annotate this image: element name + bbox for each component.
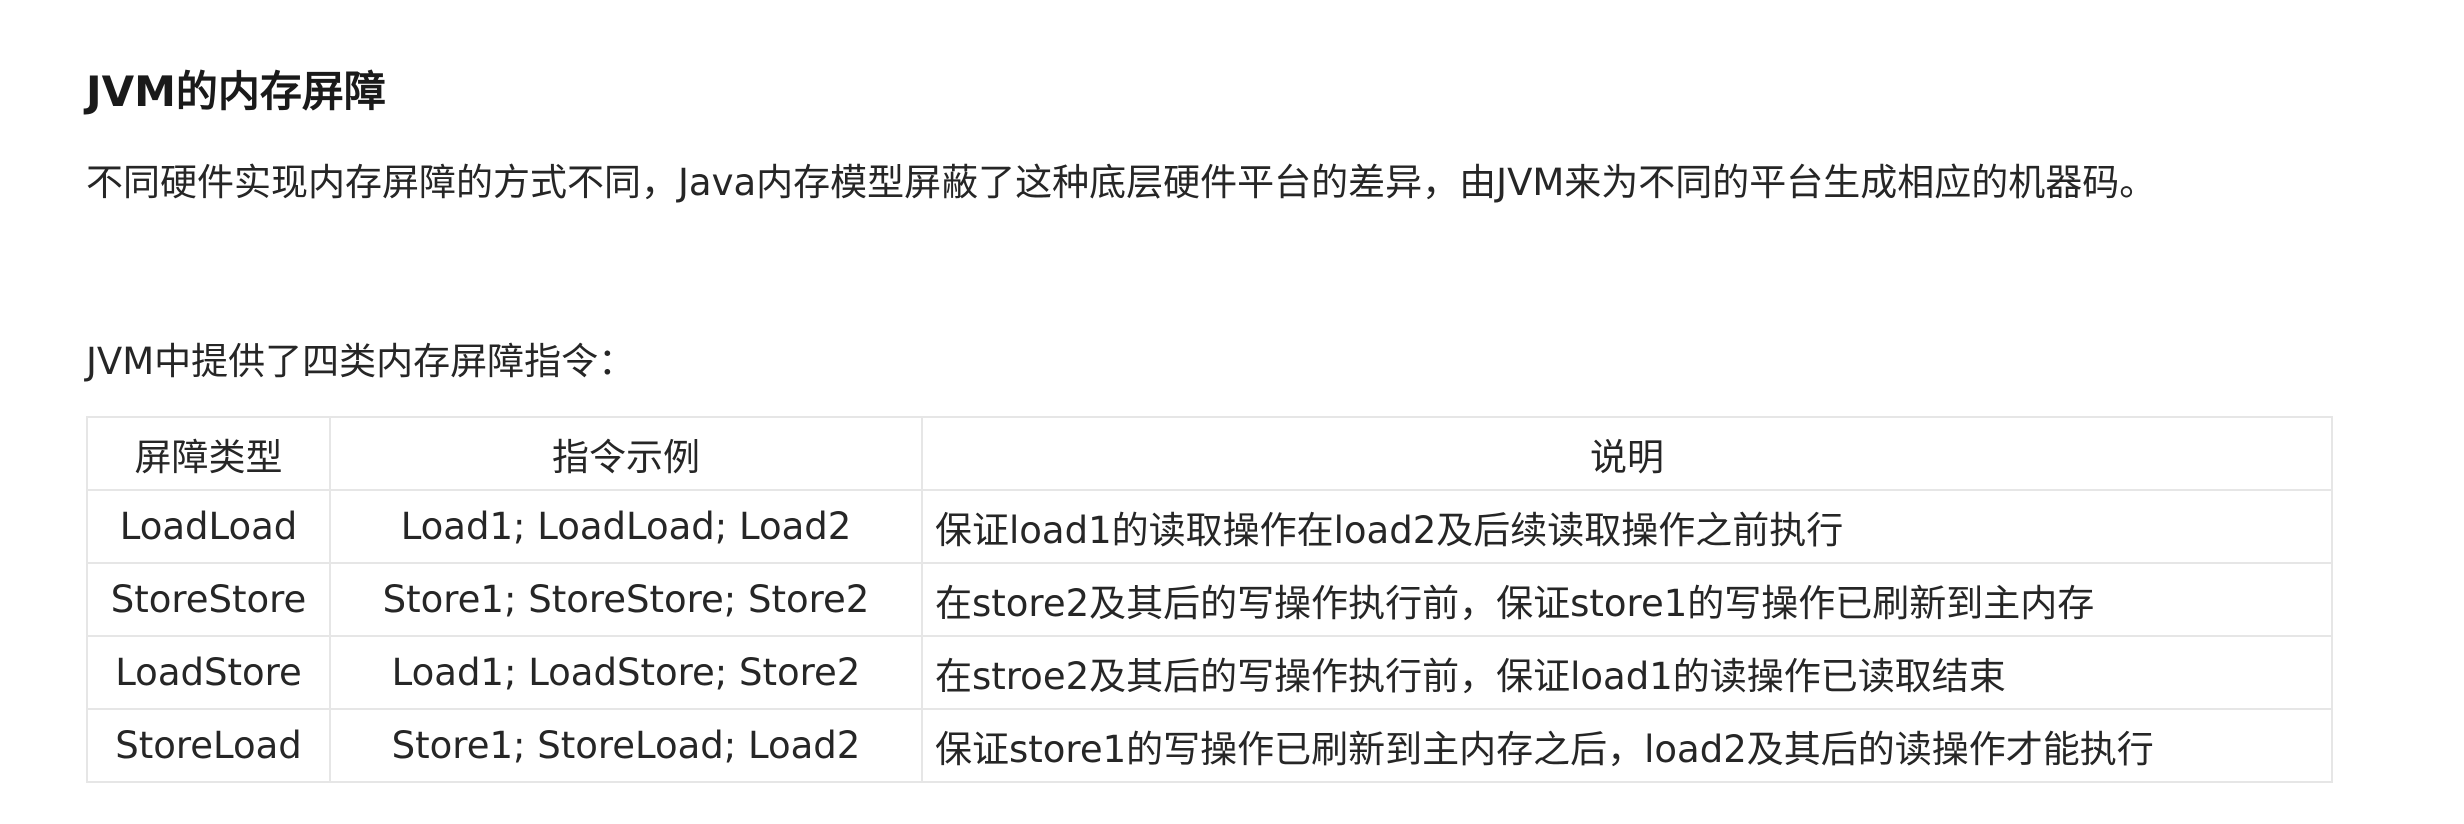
cell-barrier-type: LoadStore xyxy=(86,635,331,710)
cell-instruction-example: Load1; LoadStore; Store2 xyxy=(329,635,923,710)
header-instruction-example: 指令示例 xyxy=(329,416,923,491)
cell-instruction-example: Store1; StoreLoad; Load2 xyxy=(329,708,923,783)
cell-barrier-type: StoreLoad xyxy=(86,708,331,783)
cell-instruction-example: Load1; LoadLoad; Load2 xyxy=(329,489,923,564)
cell-barrier-type: LoadLoad xyxy=(86,489,331,564)
header-description: 说明 xyxy=(921,416,2333,491)
table-row: LoadStore Load1; LoadStore; Store2 在stro… xyxy=(86,635,2333,710)
cell-description: 保证load1的读取操作在load2及后续读取操作之前执行 xyxy=(921,489,2333,564)
cell-description: 在stroe2及其后的写操作执行前，保证load1的读操作已读取结束 xyxy=(921,635,2333,710)
table-row: LoadLoad Load1; LoadLoad; Load2 保证load1的… xyxy=(86,489,2333,564)
description-paragraph: 不同硬件实现内存屏障的方式不同，Java内存模型屏蔽了这种底层硬件平台的差异，由… xyxy=(86,161,2157,204)
table-header-row: 屏障类型 指令示例 说明 xyxy=(86,416,2333,491)
cell-barrier-type: StoreStore xyxy=(86,562,331,637)
cell-instruction-example: Store1; StoreStore; Store2 xyxy=(329,562,923,637)
cell-description: 保证store1的写操作已刷新到主内存之后，load2及其后的读操作才能执行 xyxy=(921,708,2333,783)
table-row: StoreStore Store1; StoreStore; Store2 在s… xyxy=(86,562,2333,637)
table-row: StoreLoad Store1; StoreLoad; Load2 保证sto… xyxy=(86,708,2333,783)
header-barrier-type: 屏障类型 xyxy=(86,416,331,491)
intro-text: JVM中提供了四类内存屏障指令： xyxy=(86,340,636,383)
barrier-table: 屏障类型 指令示例 说明 LoadLoad Load1; LoadLoad; L… xyxy=(86,416,2333,783)
barrier-table-wrapper: 屏障类型 指令示例 说明 LoadLoad Load1; LoadLoad; L… xyxy=(86,416,2333,783)
cell-description: 在store2及其后的写操作执行前，保证store1的写操作已刷新到主内存 xyxy=(921,562,2333,637)
section-heading: JVM的内存屏障 xyxy=(86,67,386,116)
